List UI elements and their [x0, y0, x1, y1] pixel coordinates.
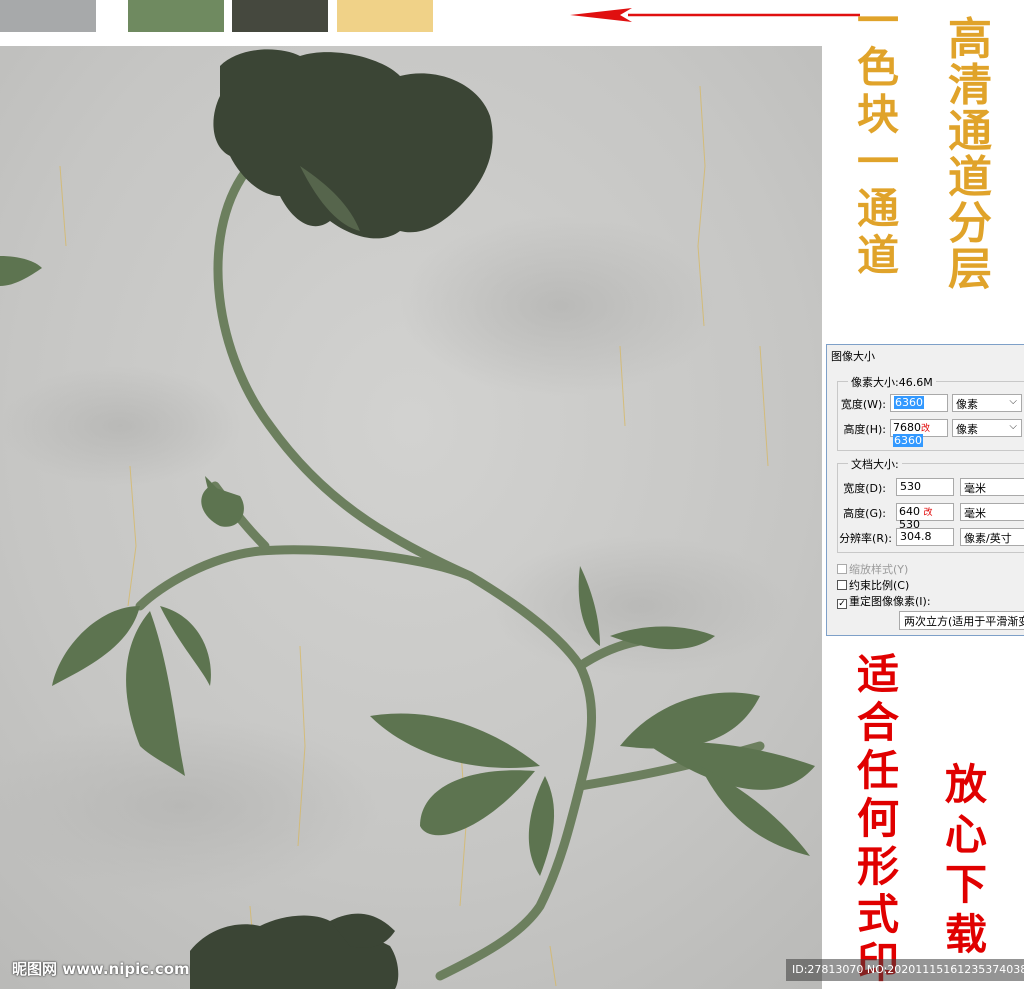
- site-watermark: 昵图网 www.nipic.com: [12, 960, 190, 978]
- dialog-title: 图像大小: [831, 350, 875, 363]
- swatch-green: [128, 0, 224, 32]
- swatch-yellow: [337, 0, 433, 32]
- constrain-proportions-checkbox[interactable]: 约束比例(C): [837, 577, 909, 593]
- resample-checkbox[interactable]: ✓ 重定图像像素(I):: [837, 593, 931, 609]
- width-unit-select[interactable]: 像素 ⌵: [952, 394, 1022, 412]
- pixel-dimensions-label: 像素大小:46.6M: [848, 374, 936, 390]
- caption-hd-channel: 高 清 通 道 分 层: [948, 14, 992, 295]
- height-unit-select[interactable]: 像素 ⌵: [952, 419, 1022, 437]
- width-label: 宽度(W):: [840, 398, 886, 411]
- resolution-input[interactable]: 304.8: [896, 528, 954, 546]
- pixel-dimensions-group: 像素大小:46.6M 宽度(W): 6360 像素 ⌵ 高度(H): 7680改6…: [837, 374, 1024, 451]
- document-size-group: 文档大小: 宽度(D): 530 毫米 高度(G): 640 改 530 毫米 …: [837, 456, 1024, 553]
- height-input[interactable]: 7680改6360: [890, 419, 948, 447]
- swatch-gray: [0, 0, 96, 32]
- red-arrow-icon: [570, 8, 860, 22]
- doc-height-input[interactable]: 640 改 530: [896, 503, 954, 531]
- chevron-down-icon: ⌵: [1009, 396, 1017, 407]
- chevron-down-icon: ⌵: [1009, 421, 1017, 432]
- resample-method-select[interactable]: 两次立方(适用于平滑渐变): [899, 611, 1024, 630]
- caption-any-print: 适 合 任 何 形 式 印: [856, 650, 899, 984]
- resolution-label: 分辨率(R):: [839, 532, 892, 545]
- caption-one-color-one-channel: 一 色 块 一 通 道: [856, 0, 899, 280]
- doc-height-label: 高度(G):: [843, 507, 886, 520]
- image-id-bar: ID:27813070 NO:20201115161235374038: [786, 959, 1024, 981]
- width-input[interactable]: 6360: [890, 394, 948, 412]
- doc-width-unit-select[interactable]: 毫米: [960, 478, 1024, 496]
- scale-styles-checkbox[interactable]: 缩放样式(Y): [837, 561, 908, 577]
- doc-width-input[interactable]: 530: [896, 478, 954, 496]
- resolution-unit-select[interactable]: 像素/英寸: [960, 528, 1024, 546]
- height-label: 高度(H):: [843, 423, 886, 436]
- caption-download: 放 心 下 载: [944, 760, 987, 959]
- swatch-dark: [232, 0, 328, 32]
- doc-width-label: 宽度(D):: [843, 482, 886, 495]
- image-size-dialog: 图像大小 像素大小:46.6M 宽度(W): 6360 像素 ⌵ 高度(H): 7…: [826, 344, 1024, 636]
- doc-height-unit-select[interactable]: 毫米: [960, 503, 1024, 521]
- document-size-label: 文档大小:: [848, 456, 902, 472]
- floral-artwork: [0, 46, 822, 989]
